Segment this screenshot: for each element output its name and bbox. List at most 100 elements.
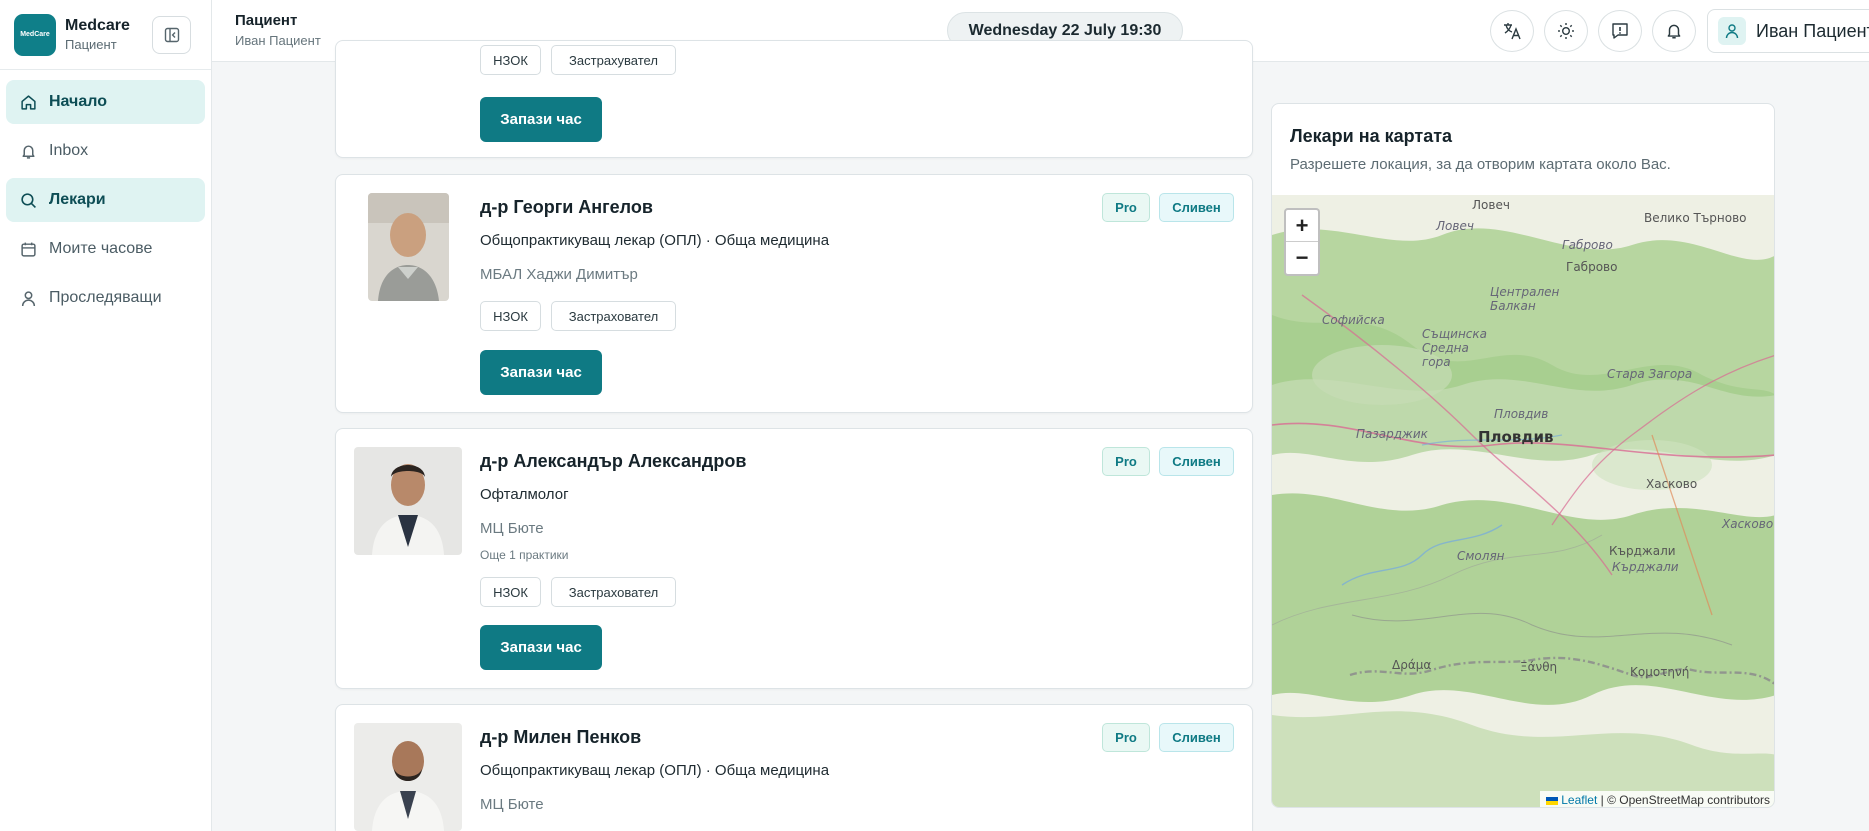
doctor-specialty: Общопрактикуващ лекар (ОПЛ) · Обща медиц… — [480, 762, 830, 779]
map-zoom-control: + − — [1284, 208, 1320, 276]
tag-insurer: Застрахувател — [551, 45, 676, 75]
sidebar-item-label: Проследяващи — [49, 289, 162, 306]
tag-insurer: Застраховател — [551, 301, 676, 331]
map-label: Габрово — [1566, 260, 1618, 274]
tag-nzok: НЗОК — [480, 45, 541, 75]
book-appointment-button[interactable]: Запази час — [480, 350, 602, 395]
doctor-name[interactable]: д-р Милен Пенков — [480, 727, 641, 748]
home-icon — [19, 93, 37, 111]
doctor-card: д-р Георги Ангелов Общопрактикуващ лекар… — [335, 174, 1253, 413]
map-canvas[interactable]: + − Ловеч Велико Търново Ловеч Габрово Г… — [1272, 195, 1774, 807]
book-appointment-button[interactable]: Запази час — [480, 97, 602, 142]
doctor-clinic: МЦ Бюте — [480, 796, 544, 813]
map-label: Κομοτηνή — [1630, 665, 1690, 679]
doctor-photo[interactable] — [354, 447, 462, 555]
sidebar-item-appointments[interactable]: Моите часове — [6, 227, 205, 271]
brand-role: Пациент — [65, 37, 117, 52]
city-badge: Сливен — [1159, 723, 1234, 752]
zoom-in-button[interactable]: + — [1286, 210, 1318, 242]
city-badge: Сливен — [1159, 193, 1234, 222]
brand-name: Medcare — [65, 17, 130, 34]
map-label: Хасково — [1722, 517, 1774, 531]
sidebar-item-doctors[interactable]: Лекари — [6, 178, 205, 222]
doctor-card: д-р Александър Александров Офталмолог МЦ… — [335, 428, 1253, 689]
leaflet-link[interactable]: Leaflet — [1561, 793, 1597, 807]
doctor-card: НЗОК Застрахувател Запази час — [335, 40, 1253, 158]
sidebar-item-followers[interactable]: Проследяващи — [6, 276, 205, 320]
map-label: Габрово — [1562, 238, 1613, 252]
map-label: Софийска — [1322, 313, 1385, 327]
map-label: Пловдив — [1478, 428, 1554, 446]
pro-badge: Pro — [1102, 193, 1150, 222]
book-appointment-button[interactable]: Запази час — [480, 625, 602, 670]
map-label: Пловдив — [1494, 407, 1549, 421]
sidebar-nav: Начало Inbox Лекари Моите часове Прослед… — [0, 70, 211, 335]
feedback-button[interactable] — [1598, 10, 1642, 52]
map-label: Смолян — [1457, 549, 1505, 563]
collapse-sidebar-button[interactable] — [152, 16, 191, 54]
bell-icon — [1667, 24, 1681, 39]
sidebar-item-label: Inbox — [49, 142, 89, 159]
sidebar-item-label: Начало — [49, 93, 107, 110]
doctor-specialty: Офталмолог — [480, 486, 569, 503]
doctor-card: д-р Милен Пенков Общопрактикуващ лекар (… — [335, 704, 1253, 831]
map-attribution: Leaflet | © OpenStreetMap contributors — [1540, 791, 1774, 807]
sidebar: MedCare Medcare Пациент Начало Inbox Лек… — [0, 0, 212, 831]
city-badge: Сливен — [1159, 447, 1234, 476]
pro-badge: Pro — [1102, 723, 1150, 752]
sidebar-item-label: Лекари — [49, 191, 106, 208]
map-label: Велико Търново — [1644, 211, 1747, 225]
doctor-photo[interactable] — [354, 723, 462, 831]
map-label: Хасково — [1646, 477, 1698, 491]
logo-text: MedCare — [20, 31, 50, 38]
more-practices[interactable]: Още 1 практики — [480, 548, 568, 562]
translate-icon — [1504, 23, 1521, 40]
notifications-button[interactable] — [1652, 10, 1696, 52]
bell-icon — [19, 142, 37, 160]
page-subtitle: Иван Пациент — [235, 33, 321, 48]
zoom-out-button[interactable]: − — [1286, 242, 1318, 274]
search-icon — [19, 191, 37, 209]
page-title: Пациент — [235, 12, 298, 29]
user-menu-button[interactable]: Иван Пациент — [1707, 9, 1869, 53]
map-panel: Лекари на картата Разрешете локация, за … — [1271, 103, 1775, 808]
doctor-photo[interactable] — [368, 193, 449, 301]
user-name: Иван Пациент — [1756, 20, 1869, 41]
sidebar-item-inbox[interactable]: Inbox — [6, 129, 205, 173]
doctor-specialty: Общопрактикуващ лекар (ОПЛ) · Обща медиц… — [480, 232, 830, 249]
sidebar-item-home[interactable]: Начало — [6, 80, 205, 124]
ukraine-flag-icon — [1546, 796, 1559, 805]
calendar-icon — [19, 240, 37, 258]
tag-nzok: НЗОК — [480, 577, 541, 607]
osm-attribution: | © OpenStreetMap contributors — [1600, 793, 1770, 807]
user-avatar-icon — [1718, 17, 1746, 45]
user-icon — [19, 289, 37, 307]
sidebar-item-label: Моите часове — [49, 240, 153, 257]
medcare-logo[interactable]: MedCare — [14, 13, 56, 56]
doctor-clinic: МБАЛ Хаджи Димитър — [480, 266, 638, 283]
language-button[interactable] — [1490, 10, 1534, 52]
map-label: Стара Загора — [1607, 367, 1693, 381]
sidebar-toggle-icon — [164, 27, 179, 43]
doctor-clinic: МЦ Бюте — [480, 520, 544, 537]
map-label: Пазарджик — [1356, 427, 1428, 441]
brand: MedCare Medcare Пациент — [0, 0, 211, 70]
doctor-name[interactable]: д-р Александър Александров — [480, 451, 746, 472]
map-label: Същинска Средна гора — [1422, 327, 1488, 369]
message-alert-icon — [1612, 23, 1628, 39]
tag-insurer: Застраховател — [551, 577, 676, 607]
sun-icon — [1558, 23, 1574, 39]
tag-nzok: НЗОК — [480, 301, 541, 331]
map-label: Ловеч — [1436, 219, 1474, 233]
map-label: Централен Балкан — [1490, 285, 1560, 313]
theme-toggle-button[interactable] — [1544, 10, 1588, 52]
map-label: Ξάνθη — [1520, 660, 1558, 674]
map-label: Δράμα — [1392, 658, 1432, 672]
map-title: Лекари на картата — [1290, 126, 1453, 146]
map-subtitle: Разрешете локация, за да отворим картата… — [1290, 156, 1671, 173]
map-label: Ловеч — [1472, 198, 1510, 212]
map-label: Кърджали — [1609, 544, 1676, 558]
pro-badge: Pro — [1102, 447, 1150, 476]
doctor-name[interactable]: д-р Георги Ангелов — [480, 197, 653, 218]
map-label: Кърджали — [1612, 560, 1679, 574]
